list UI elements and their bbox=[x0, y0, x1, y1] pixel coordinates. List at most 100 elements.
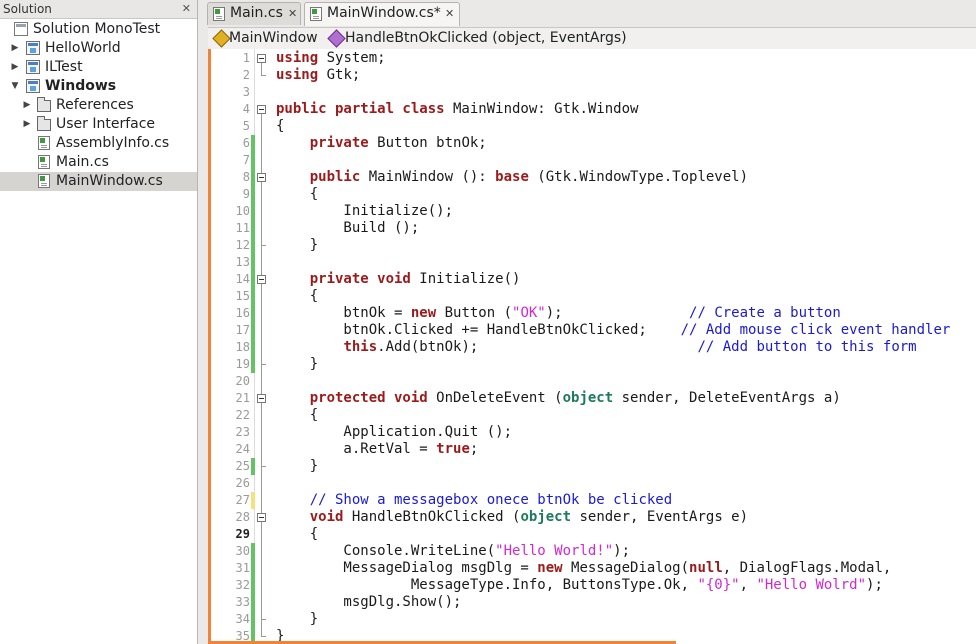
line-number: 29 bbox=[235, 527, 250, 541]
code-token: public bbox=[309, 169, 361, 185]
line-number: 14 bbox=[235, 272, 250, 286]
tree-item-mainwindow-cs[interactable]: MainWindow.cs bbox=[0, 172, 197, 191]
fold-toggle-icon[interactable] bbox=[257, 105, 266, 114]
line-number: 13 bbox=[235, 255, 250, 269]
line-number: 17 bbox=[235, 323, 250, 337]
solution-icon bbox=[14, 22, 28, 36]
change-marker bbox=[251, 288, 255, 305]
fold-toggle-icon[interactable] bbox=[257, 173, 266, 182]
code-line: MessageDialog msgDlg = new MessageDialog… bbox=[276, 560, 891, 577]
tree-item-windows[interactable]: ▼ Windows bbox=[0, 77, 197, 96]
tree-item-main-cs[interactable]: Main.cs bbox=[0, 153, 197, 172]
line-number: 11 bbox=[235, 221, 250, 235]
tab-label: Main.cs bbox=[230, 5, 283, 21]
line-number: 2 bbox=[242, 68, 250, 82]
fold-end-marker bbox=[261, 364, 266, 365]
class-icon bbox=[212, 29, 231, 48]
code-line: using System; bbox=[276, 50, 386, 67]
code-token: } bbox=[276, 611, 319, 627]
line-number: 6 bbox=[242, 136, 250, 150]
code-token: ; bbox=[469, 441, 479, 457]
fold-toggle-icon[interactable] bbox=[257, 394, 266, 403]
code-token: } bbox=[276, 458, 319, 474]
tree-item-helloworld[interactable]: ▶ HelloWorld bbox=[0, 39, 197, 58]
tree-item-label: Main.cs bbox=[56, 154, 109, 170]
tab-main-cs[interactable]: Main.cs ✕ bbox=[207, 2, 301, 25]
code-token: sender, DeleteEventArgs a) bbox=[613, 390, 841, 406]
code-token: MessageDialog msgDlg = bbox=[276, 560, 538, 576]
code-line: MessageType.Info, ButtonsType.Ok, "{0}",… bbox=[276, 577, 883, 594]
change-marker bbox=[251, 356, 255, 373]
expand-arrow-icon[interactable]: ▶ bbox=[22, 115, 32, 134]
line-number: 4 bbox=[242, 102, 250, 116]
line-number: 28 bbox=[235, 510, 250, 524]
change-marker bbox=[251, 492, 255, 509]
line-number: 3 bbox=[242, 85, 250, 99]
tree-item-label: References bbox=[56, 97, 134, 113]
change-marker bbox=[251, 152, 255, 169]
fold-toggle-icon[interactable] bbox=[257, 275, 266, 284]
line-number: 34 bbox=[235, 612, 250, 626]
code-token: "Hello World!" bbox=[495, 543, 614, 559]
line-number: 25 bbox=[235, 459, 250, 473]
line-number: 15 bbox=[235, 289, 250, 303]
collapse-arrow-icon[interactable]: ▼ bbox=[10, 77, 20, 96]
code-token: "{0}" bbox=[697, 577, 740, 593]
code-token: null bbox=[689, 560, 723, 576]
close-icon[interactable]: ✕ bbox=[288, 3, 297, 24]
tree-item-references[interactable]: ▶ References bbox=[0, 96, 197, 115]
folder-icon bbox=[37, 97, 51, 112]
tree-item-label: MainWindow.cs bbox=[56, 173, 163, 189]
breadcrumb-method[interactable]: HandleBtnOkClicked (object, EventArgs) bbox=[345, 28, 627, 48]
tree-item-iltest[interactable]: ▶ ILTest bbox=[0, 58, 197, 77]
code-line: Application.Quit (); bbox=[276, 424, 512, 441]
change-marker bbox=[251, 271, 255, 288]
code-token: // Add mouse click event handler bbox=[680, 322, 951, 338]
code-token: msgDlg.Show(); bbox=[276, 594, 462, 610]
tree-item-user-interface[interactable]: ▶ User Interface bbox=[0, 115, 197, 134]
code-token: Gtk; bbox=[318, 67, 361, 83]
code-token: Button btnOk; bbox=[368, 135, 487, 151]
tab-mainwindow-cs[interactable]: MainWindow.cs* ✕ bbox=[304, 2, 460, 26]
code-line: Initialize(); bbox=[276, 203, 453, 220]
fold-toggle-icon[interactable] bbox=[257, 513, 266, 522]
tree-item-solution[interactable]: Solution MonoTest bbox=[0, 20, 197, 39]
close-icon[interactable]: ✕ bbox=[182, 0, 191, 18]
code-line: } bbox=[276, 458, 318, 475]
code-token: // Add button to this form bbox=[697, 339, 917, 355]
code-token: // Show a messagebox onece btnOk be clic… bbox=[309, 492, 673, 508]
line-number: 23 bbox=[235, 425, 250, 439]
change-marker bbox=[251, 322, 255, 339]
code-line: using Gtk; bbox=[276, 67, 360, 84]
line-number: 8 bbox=[242, 170, 250, 184]
breadcrumb-class[interactable]: MainWindow bbox=[229, 28, 318, 48]
code-line: private Button btnOk; bbox=[276, 135, 487, 152]
editor-left-border bbox=[208, 49, 211, 644]
tree-item-label: Solution MonoTest bbox=[33, 21, 161, 37]
close-icon[interactable]: ✕ bbox=[445, 3, 454, 24]
fold-toggle-icon[interactable] bbox=[257, 54, 266, 63]
code-token: .Add(btnOk); bbox=[377, 339, 698, 355]
code-line: btnOk.Clicked += HandleBtnOkClicked; // … bbox=[276, 322, 950, 339]
code-line: } bbox=[276, 237, 318, 254]
code-line: Console.WriteLine("Hello World!"); bbox=[276, 543, 630, 560]
cs-file-icon bbox=[38, 174, 50, 188]
code-token: Button ( bbox=[436, 305, 513, 321]
tab-bar: Main.cs ✕ MainWindow.cs* ✕ bbox=[204, 0, 976, 26]
line-number: 22 bbox=[235, 408, 250, 422]
tree-item-label: ILTest bbox=[45, 59, 83, 75]
line-number: 32 bbox=[235, 578, 250, 592]
fold-end-marker bbox=[261, 245, 266, 246]
expand-arrow-icon[interactable]: ▶ bbox=[10, 58, 20, 77]
expand-arrow-icon[interactable]: ▶ bbox=[22, 96, 32, 115]
code-editor[interactable]: 1 using System; 2 using Gtk; 3 4 public partia… bbox=[208, 49, 976, 644]
tree-item-assemblyinfo[interactable]: AssemblyInfo.cs bbox=[0, 134, 197, 153]
change-marker bbox=[251, 237, 255, 254]
code-token: public partial class bbox=[276, 101, 445, 117]
expand-arrow-icon[interactable]: ▶ bbox=[10, 39, 20, 58]
code-token: } bbox=[276, 356, 319, 372]
change-marker bbox=[251, 254, 255, 271]
